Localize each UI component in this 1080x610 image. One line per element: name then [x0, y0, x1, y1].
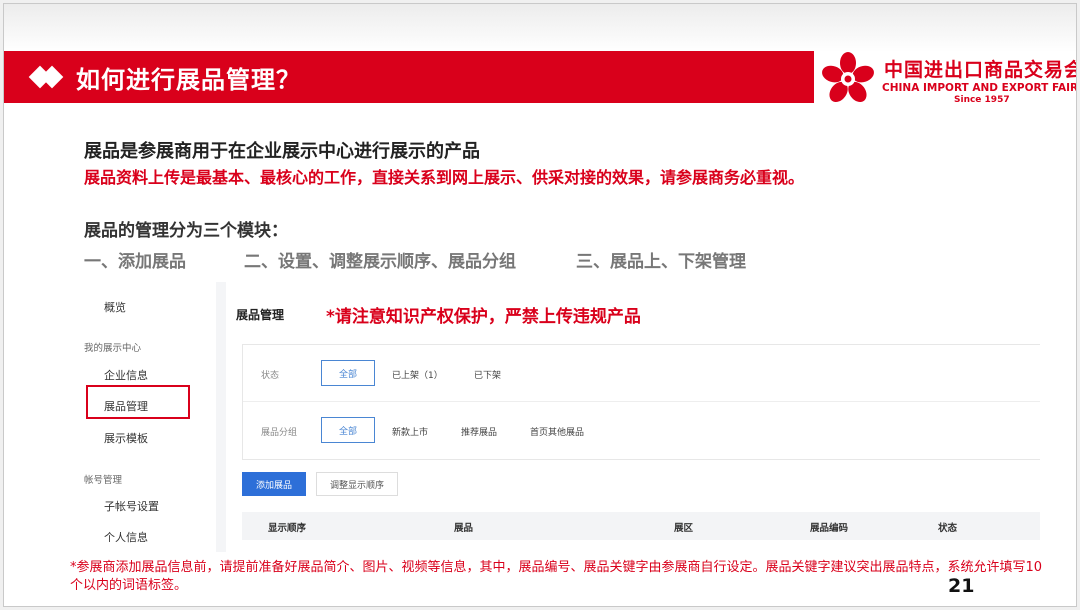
- embedded-ui-screenshot: 概览 我的展示中心 企业信息 展品管理 展示模板 帐号管理 子帐号设置 个人信息…: [68, 282, 1040, 552]
- group-filter-new-arrivals[interactable]: 新款上市: [392, 425, 428, 438]
- sidebar-item-personal-info[interactable]: 个人信息: [104, 529, 148, 545]
- sidebar-group-account: 帐号管理: [84, 475, 123, 486]
- sidebar-item-overview[interactable]: 概览: [104, 299, 126, 315]
- logo-since-text: Since 1957: [954, 95, 1010, 105]
- modules-heading: 展品的管理分为三个模块：: [84, 221, 288, 241]
- col-display-order: 显示顺序: [268, 523, 307, 534]
- module-order-group: 二、设置、调整展示顺序、展品分组: [244, 252, 516, 272]
- group-filter-homepage-other[interactable]: 首页其他展品: [530, 425, 584, 438]
- status-filter-label: 状态: [261, 371, 280, 381]
- canton-fair-logo: 中国进出口商品交易会 CHINA IMPORT AND EXPORT FAIR …: [816, 51, 1077, 107]
- status-filter-delisted[interactable]: 已下架: [474, 368, 501, 381]
- col-status: 状态: [938, 523, 958, 534]
- sidebar-divider: [216, 282, 226, 552]
- footnote: *参展商添加展品信息前，请提前准备好展品简介、图片、视频等信息，其中，展品编号、…: [70, 560, 1043, 593]
- col-product-code: 展品编码: [810, 523, 849, 534]
- sidebar-item-display-template[interactable]: 展示模板: [104, 430, 148, 446]
- filter-panel: 状态 全部 已上架（1） 已下架 展品分组 全部 新款上市 推荐展品 首页其他展…: [242, 344, 1040, 460]
- main-pane: 展品管理 *请注意知识产权保护，严禁上传违规产品 状态 全部 已上架（1） 已下…: [226, 282, 1040, 552]
- col-zone: 展区: [674, 523, 694, 534]
- page-number: 21: [948, 575, 975, 597]
- slide-title: 如何进行展品管理？: [76, 65, 301, 94]
- group-filter-recommended[interactable]: 推荐展品: [461, 425, 497, 438]
- highlight-box: [86, 385, 190, 419]
- table-header: 显示顺序 展品 展区 展品编码 状态: [242, 512, 1040, 540]
- module-listing: 三、展品上、下架管理: [576, 252, 746, 272]
- sidebar-item-company-info[interactable]: 企业信息: [104, 367, 148, 383]
- title-bar: 如何进行展品管理？: [4, 51, 814, 103]
- add-product-button[interactable]: 添加展品: [242, 472, 306, 496]
- ip-warning: *请注意知识产权保护，严禁上传违规产品: [326, 307, 641, 327]
- sidebar: 概览 我的展示中心 企业信息 展品管理 展示模板 帐号管理 子帐号设置 个人信息: [68, 282, 216, 552]
- sidebar-group-showcase: 我的展示中心: [84, 343, 142, 354]
- slide-top-gradient: [4, 4, 1076, 52]
- sidebar-item-sub-account[interactable]: 子帐号设置: [104, 498, 159, 514]
- intro-heading: 展品是参展商用于在企业展示中心进行展示的产品: [84, 141, 480, 162]
- logo-english-text: CHINA IMPORT AND EXPORT FAIR: [882, 82, 1077, 94]
- slide: 如何进行展品管理？ 中国进出口商品交易会 CHINA IMPORT AND EX…: [3, 3, 1077, 607]
- status-filter-all-button[interactable]: 全部: [321, 360, 375, 386]
- group-filter-label: 展品分组: [261, 428, 298, 438]
- status-filter-listed[interactable]: 已上架（1）: [392, 368, 443, 381]
- module-add: 一、添加展品: [84, 252, 186, 272]
- adjust-order-button[interactable]: 调整显示顺序: [316, 472, 398, 496]
- group-filter-all-button[interactable]: 全部: [321, 417, 375, 443]
- pane-title: 展品管理: [236, 308, 285, 322]
- diamond-icon: [28, 65, 68, 89]
- filter-divider: [243, 401, 1040, 402]
- intro-emphasis: 展品资料上传是最基本、最核心的工作，直接关系到网上展示、供采对接的效果，请参展商…: [84, 168, 805, 187]
- col-product: 展品: [454, 523, 474, 534]
- flower-logo-icon: [822, 52, 874, 103]
- logo-chinese-text: 中国进出口商品交易会: [884, 59, 1077, 81]
